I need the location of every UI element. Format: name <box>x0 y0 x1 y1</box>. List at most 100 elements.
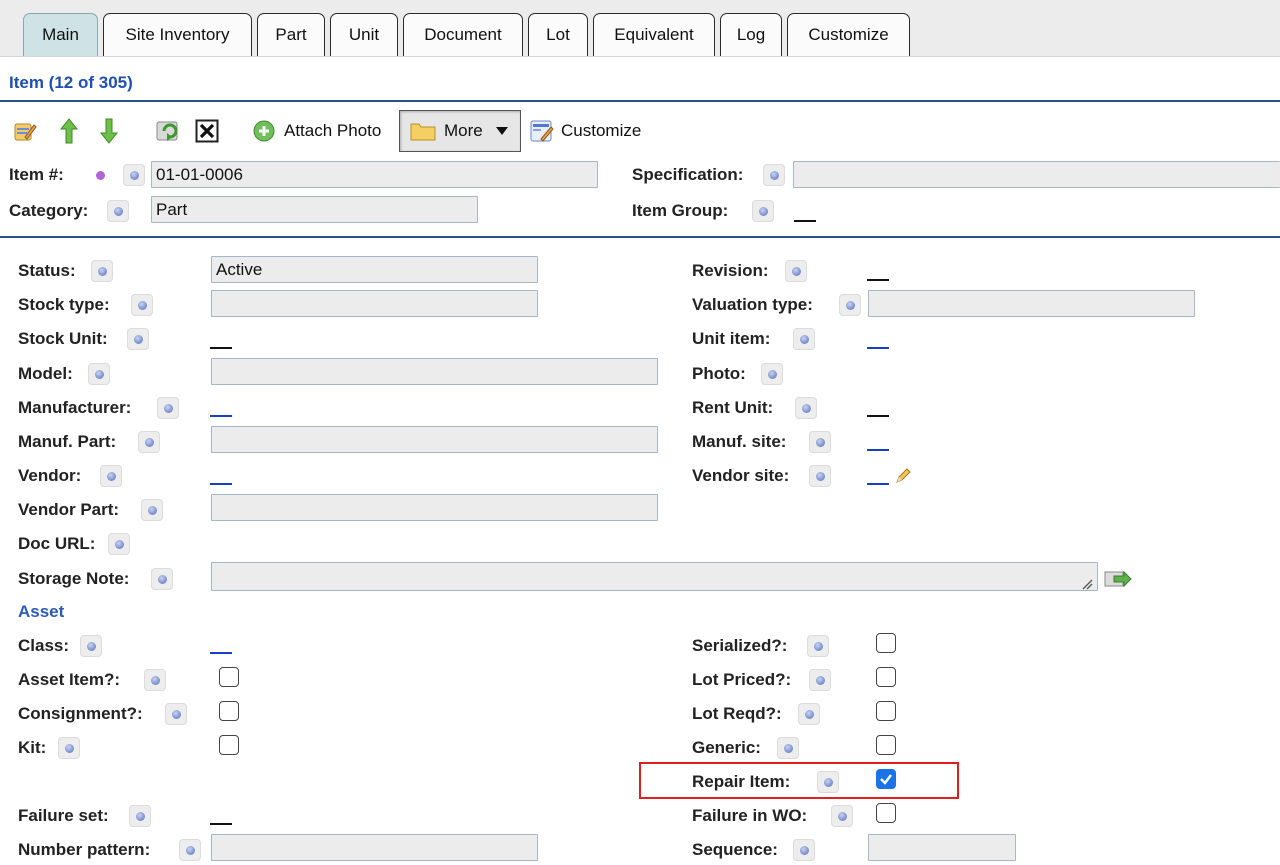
info-icon[interactable] <box>793 839 815 861</box>
info-icon[interactable] <box>798 703 820 725</box>
stock-unit-value[interactable] <box>210 347 232 349</box>
info-icon[interactable] <box>809 431 831 453</box>
class-link[interactable] <box>210 652 232 654</box>
vendor-part-field[interactable] <box>211 494 658 521</box>
pencil-icon[interactable] <box>893 466 913 486</box>
info-icon[interactable] <box>752 200 774 222</box>
info-icon[interactable] <box>165 703 187 725</box>
sequence-field[interactable] <box>868 834 1016 861</box>
info-icon[interactable] <box>785 260 807 282</box>
vendor-site-link[interactable] <box>867 483 889 485</box>
doc-url-label: Doc URL: <box>18 534 96 553</box>
tab-unit[interactable]: Unit <box>330 13 398 56</box>
specification-field[interactable] <box>793 161 1280 188</box>
info-icon[interactable] <box>809 465 831 487</box>
tab-bar: Main Site Inventory Part Unit Document L… <box>0 0 1280 57</box>
move-up-icon[interactable] <box>56 116 82 146</box>
move-down-icon[interactable] <box>96 116 122 146</box>
item-number-field[interactable]: 01-01-0006 <box>151 161 598 188</box>
header-divider <box>0 100 1280 102</box>
info-icon[interactable] <box>144 669 166 691</box>
tab-customize[interactable]: Customize <box>787 13 910 56</box>
info-icon[interactable] <box>80 635 102 657</box>
info-icon[interactable] <box>88 363 110 385</box>
vendor-link[interactable] <box>210 483 232 485</box>
dropdown-arrow-icon <box>495 126 509 136</box>
lot-reqd-checkbox[interactable] <box>876 701 896 721</box>
model-label: Model: <box>18 364 73 383</box>
more-button[interactable]: More <box>399 110 521 152</box>
model-field[interactable] <box>211 358 658 385</box>
tab-site-inventory[interactable]: Site Inventory <box>103 13 252 56</box>
info-icon[interactable] <box>91 260 113 282</box>
edit-icon[interactable] <box>12 118 38 144</box>
resize-handle-icon[interactable] <box>1081 575 1093 595</box>
valuation-type-field[interactable] <box>868 290 1195 317</box>
category-label: Category: <box>9 201 89 220</box>
serialized-checkbox[interactable] <box>876 633 896 653</box>
category-field[interactable]: Part <box>151 196 478 223</box>
tab-equivalent[interactable]: Equivalent <box>593 13 715 56</box>
tab-part[interactable]: Part <box>257 13 325 56</box>
info-icon[interactable] <box>151 568 173 590</box>
storage-note-field[interactable] <box>211 562 1098 591</box>
info-icon[interactable] <box>807 635 829 657</box>
asset-item-checkbox[interactable] <box>219 667 239 687</box>
info-icon[interactable] <box>179 839 201 861</box>
failure-in-wo-checkbox[interactable] <box>876 803 896 823</box>
info-icon[interactable] <box>157 397 179 419</box>
info-icon[interactable] <box>793 328 815 350</box>
serialized-label: Serialized?: <box>692 636 788 655</box>
info-icon[interactable] <box>129 805 151 827</box>
failure-set-value[interactable] <box>210 823 232 825</box>
tab-log[interactable]: Log <box>720 13 782 56</box>
refresh-icon[interactable] <box>153 116 185 146</box>
info-icon[interactable] <box>127 328 149 350</box>
tab-main[interactable]: Main <box>23 13 98 56</box>
rent-unit-value[interactable] <box>867 415 889 417</box>
info-icon[interactable] <box>809 669 831 691</box>
unit-item-link[interactable] <box>867 347 889 349</box>
revision-value[interactable] <box>867 279 889 281</box>
number-pattern-field[interactable] <box>211 834 538 861</box>
delete-icon[interactable] <box>194 118 220 144</box>
attach-photo-button[interactable]: Attach Photo <box>252 116 397 146</box>
info-icon[interactable] <box>131 294 153 316</box>
info-icon[interactable] <box>777 737 799 759</box>
consignment-checkbox[interactable] <box>219 701 239 721</box>
info-icon[interactable] <box>138 431 160 453</box>
failure-set-label: Failure set: <box>18 806 109 825</box>
lot-priced-checkbox[interactable] <box>876 667 896 687</box>
consignment-label: Consignment?: <box>18 704 143 723</box>
info-icon[interactable] <box>761 363 783 385</box>
info-icon[interactable] <box>108 533 130 555</box>
status-field[interactable]: Active <box>211 256 538 283</box>
tab-document[interactable]: Document <box>403 13 523 56</box>
manufacturer-link[interactable] <box>210 415 232 417</box>
item-group-value[interactable] <box>794 220 816 222</box>
stock-type-field[interactable] <box>211 290 538 317</box>
customize-button[interactable]: Customize <box>529 116 651 146</box>
kit-checkbox[interactable] <box>219 735 239 755</box>
info-icon[interactable] <box>100 465 122 487</box>
info-icon[interactable] <box>58 737 80 759</box>
info-icon[interactable] <box>763 164 785 186</box>
info-icon[interactable] <box>839 294 861 316</box>
manuf-site-label: Manuf. site: <box>692 432 787 451</box>
info-icon[interactable] <box>831 805 853 827</box>
failure-in-wo-label: Failure in WO: <box>692 806 808 825</box>
info-icon[interactable] <box>123 164 145 186</box>
info-icon[interactable] <box>817 771 839 793</box>
repair-item-highlight <box>639 762 959 799</box>
valuation-type-label: Valuation type: <box>692 295 813 314</box>
info-icon[interactable] <box>107 200 129 222</box>
tab-lot[interactable]: Lot <box>528 13 588 56</box>
manuf-site-link[interactable] <box>867 449 889 451</box>
specification-label: Specification: <box>632 165 744 184</box>
info-icon[interactable] <box>795 397 817 419</box>
generic-checkbox[interactable] <box>876 735 896 755</box>
manuf-part-field[interactable] <box>211 426 658 453</box>
info-icon[interactable] <box>141 499 163 521</box>
repair-item-checkbox[interactable] <box>876 769 896 789</box>
go-arrow-icon[interactable] <box>1103 567 1133 591</box>
